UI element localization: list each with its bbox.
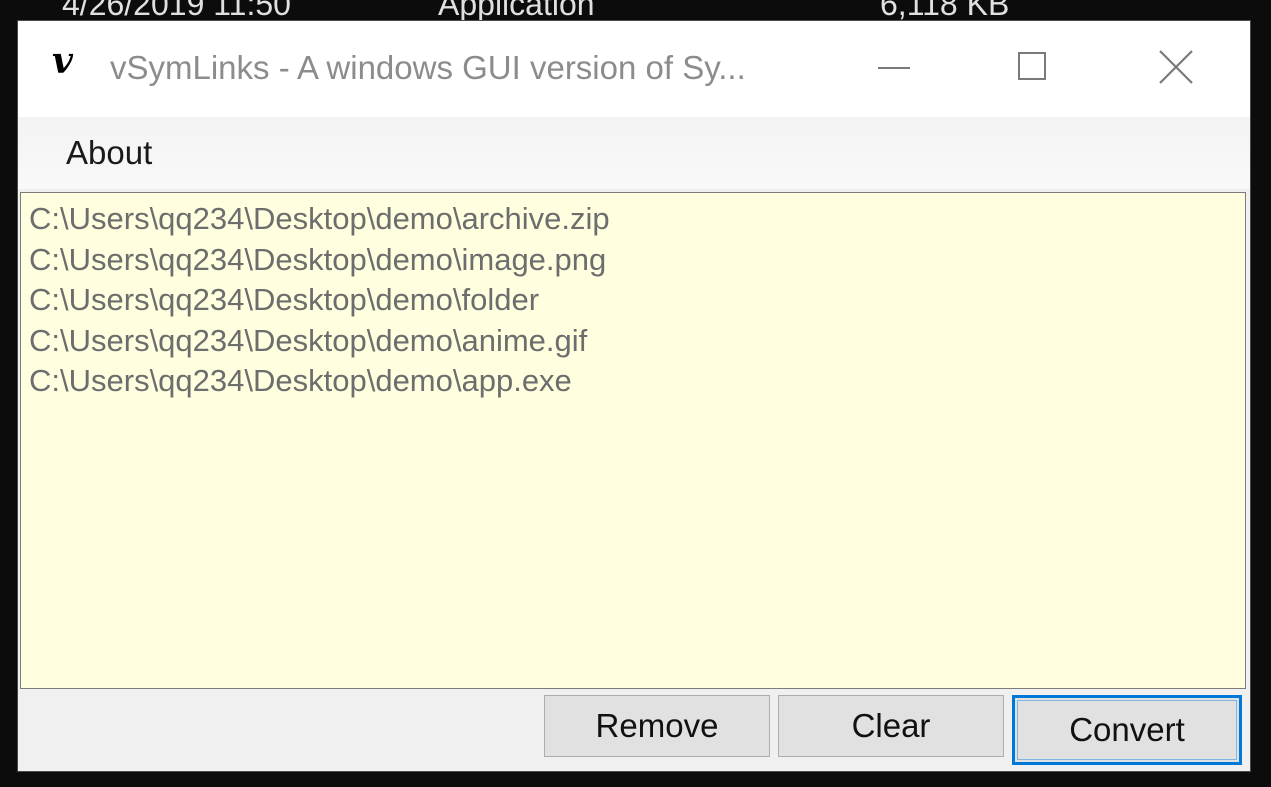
- minimize-button[interactable]: [824, 21, 964, 117]
- menu-item-about[interactable]: About: [52, 131, 166, 175]
- menu-bar: About: [18, 117, 1250, 189]
- list-item[interactable]: C:\Users\qq234\Desktop\demo\folder: [21, 280, 1245, 321]
- close-button[interactable]: [1106, 21, 1246, 117]
- button-bar: Remove Clear Convert: [18, 689, 1250, 771]
- window-title: vSymLinks - A windows GUI version of Sy.…: [110, 49, 746, 86]
- title-bar[interactable]: v vSymLinks - A windows GUI version of S…: [18, 21, 1250, 117]
- focus-ring: [1017, 700, 1237, 760]
- convert-button[interactable]: Convert: [1012, 695, 1242, 765]
- app-logo-icon: v: [52, 40, 73, 82]
- minimize-icon: [878, 67, 910, 69]
- maximize-icon: [1018, 52, 1046, 80]
- list-item[interactable]: C:\Users\qq234\Desktop\demo\anime.gif: [21, 321, 1245, 362]
- list-item[interactable]: C:\Users\qq234\Desktop\demo\image.png: [21, 240, 1245, 281]
- remove-button[interactable]: Remove: [544, 695, 770, 757]
- maximize-button[interactable]: [964, 21, 1104, 117]
- list-item[interactable]: C:\Users\qq234\Desktop\demo\app.exe: [21, 361, 1245, 402]
- clear-button[interactable]: Clear: [778, 695, 1004, 757]
- close-icon: [1159, 50, 1193, 84]
- list-item[interactable]: C:\Users\qq234\Desktop\demo\archive.zip: [21, 199, 1245, 240]
- file-list[interactable]: C:\Users\qq234\Desktop\demo\archive.zip …: [20, 192, 1246, 689]
- app-window: v vSymLinks - A windows GUI version of S…: [17, 20, 1251, 772]
